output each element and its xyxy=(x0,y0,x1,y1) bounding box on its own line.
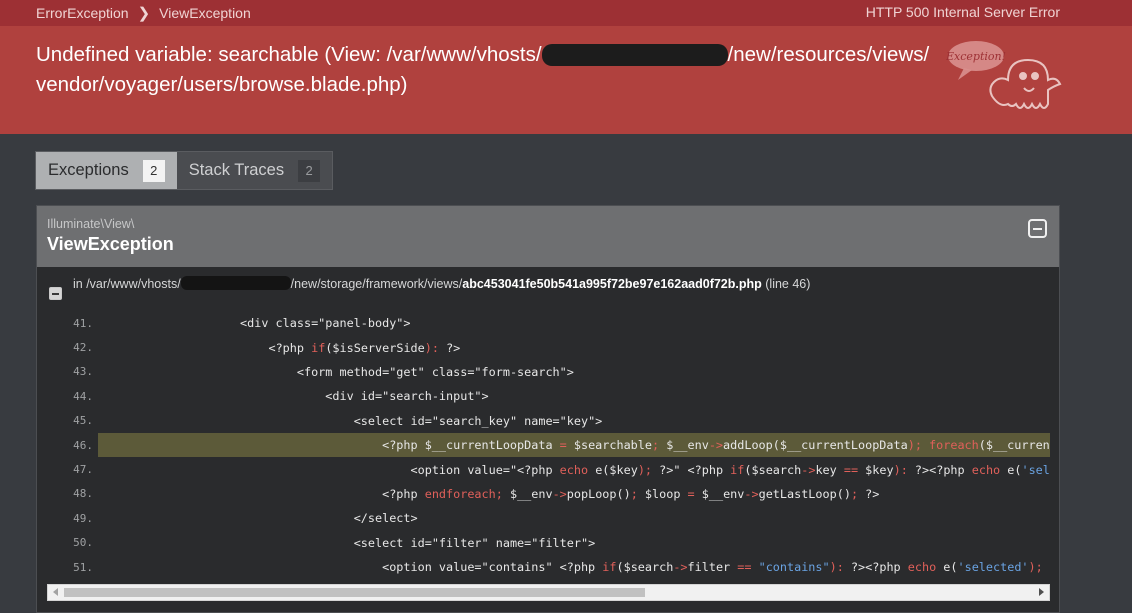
error-message: Undefined variable: searchable (View: /v… xyxy=(36,40,936,99)
tab-label: Exceptions xyxy=(48,161,129,179)
exception-class: ViewException xyxy=(47,234,174,254)
code-line: 43. <form method="get" class="form-searc… xyxy=(47,360,1050,384)
code-viewer: 41. <div class="panel-body"> 42. <?php if… xyxy=(47,311,1050,575)
breadcrumb: ErrorException ❯ ViewException xyxy=(36,4,251,22)
line-number: 41. xyxy=(73,316,93,330)
code-line: 45. <select id="search_key" name="key"> xyxy=(47,409,1050,433)
file-path-prefix: in /var/www/vhosts/ xyxy=(73,277,181,291)
scrollbar-thumb[interactable] xyxy=(64,588,645,597)
top-bar: ErrorException ❯ ViewException HTTP 500 … xyxy=(0,0,1132,26)
collapse-panel-icon[interactable] xyxy=(1028,219,1047,238)
code-line: 50. <select id="filter" name="filter"> xyxy=(47,531,1050,555)
scroll-left-icon[interactable] xyxy=(53,588,58,596)
line-number: 42. xyxy=(73,341,93,355)
code-text: <div class="panel-body"> xyxy=(240,316,411,331)
horizontal-scrollbar[interactable] xyxy=(47,584,1050,601)
mascot-bubble-text: Exception! xyxy=(946,50,1006,63)
http-status: HTTP 500 Internal Server Error xyxy=(865,4,1060,20)
line-number: 44. xyxy=(73,389,93,403)
code-text: <option value="<?php echo e($key); ?>" <… xyxy=(410,462,1050,477)
breadcrumb-item-viewexception[interactable]: ViewException xyxy=(159,5,251,21)
code-line: 41. <div class="panel-body"> xyxy=(47,311,1050,335)
line-number: 49. xyxy=(73,511,93,525)
ghost-mascot-icon: Exception! xyxy=(946,41,1062,109)
line-number: 48. xyxy=(73,487,93,501)
tab-stack-traces[interactable]: Stack Traces 2 xyxy=(177,152,332,189)
exception-header: Illuminate\View\ ViewException xyxy=(37,206,1059,267)
code-line: 48. <?php endforeach; $__env -> popLoop();… xyxy=(47,482,1050,506)
code-line: 47. <option value="<?php echo e($key); ?… xyxy=(47,457,1050,481)
tab-count-badge: 2 xyxy=(142,159,165,182)
code-text: <form method="get" class="form-search"> xyxy=(296,364,574,379)
code-text: </select> xyxy=(353,511,418,526)
exception-file-path: in /var/www/vhosts/ /new/storage/framewor… xyxy=(73,276,810,291)
collapse-code-icon[interactable] xyxy=(49,287,62,300)
redacted-mark xyxy=(180,276,291,290)
tab-count-badge: 2 xyxy=(298,159,321,182)
code-text: <div id="search-input"> xyxy=(325,389,489,404)
code-line: 42. <?php if ($isServerSide): ?> xyxy=(47,335,1050,359)
code-line: 46. <?php $__currentLoopData = $searchab… xyxy=(47,432,1050,458)
code-text: <?php if ($isServerSide): ?> xyxy=(268,340,461,355)
redacted-mark xyxy=(541,44,728,66)
tab-exceptions[interactable]: Exceptions 2 xyxy=(36,152,177,189)
code-text: <option value="contains" <?php if ($searc… xyxy=(382,560,1050,575)
code-line: 44. <div id="search-input"> xyxy=(47,384,1050,408)
chevron-right-icon: ❯ xyxy=(137,5,151,22)
code-line: 49. </select> xyxy=(47,506,1050,530)
line-number: 46. xyxy=(73,438,93,452)
code-text: <select id="filter" name="filter"> xyxy=(353,535,596,550)
breadcrumb-item-errorexception[interactable]: ErrorException xyxy=(36,5,129,21)
line-number: 51. xyxy=(73,560,93,574)
code-text: <?php $__currentLoopData = $searchable; … xyxy=(98,432,1050,458)
line-number: 50. xyxy=(73,536,93,550)
tab-bar: Exceptions 2 Stack Traces 2 xyxy=(35,151,334,190)
code-text: <select id="search_key" name="key"> xyxy=(353,413,603,428)
error-header: Undefined variable: searchable (View: /v… xyxy=(0,26,1132,134)
file-name: abc453041fe50b541a995f72be97e162aad0f72b… xyxy=(462,277,762,291)
code-text: <?php endforeach; $__env -> popLoop(); $lo… xyxy=(382,486,880,501)
file-line-number: (line 46) xyxy=(765,277,811,291)
error-message-prefix: Undefined variable: searchable (View: /v… xyxy=(36,43,542,66)
line-number: 47. xyxy=(73,463,93,477)
line-number: 45. xyxy=(73,414,93,428)
scroll-right-icon[interactable] xyxy=(1039,588,1044,596)
exception-namespace: Illuminate\View\ xyxy=(47,217,135,231)
file-path-middle: /new/storage/framework/views/ xyxy=(290,277,463,291)
line-number: 43. xyxy=(73,365,93,379)
exception-panel: Illuminate\View\ ViewException in /var/w… xyxy=(36,205,1060,613)
code-line: 51. <option value="contains" <?php if ($s… xyxy=(47,555,1050,575)
tab-label: Stack Traces xyxy=(188,161,285,179)
